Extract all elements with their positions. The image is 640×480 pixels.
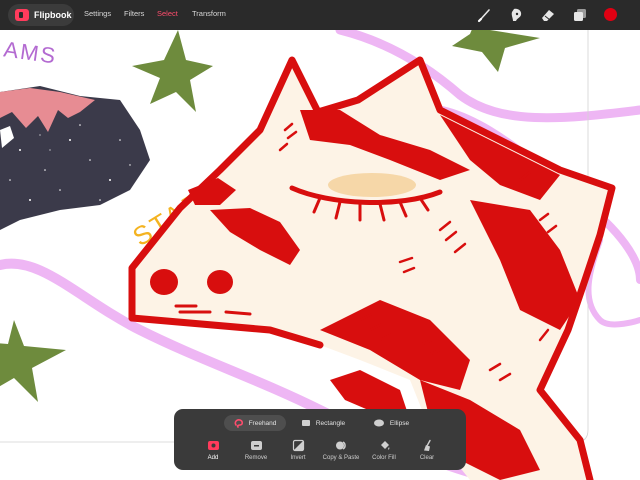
top-toolbar: Flipbook Settings Filters Select Transfo… [0, 0, 640, 30]
flipbook-logo-icon [15, 9, 29, 21]
selection-palette: Freehand Rectangle Ellipse Add Remove In [174, 409, 466, 470]
freehand-label: Freehand [248, 419, 277, 427]
invert-icon [292, 439, 304, 452]
invert-label: Invert [290, 455, 306, 461]
lasso-icon [234, 419, 243, 428]
freehand-mode-button[interactable]: Freehand [224, 415, 286, 431]
ellipse-icon [373, 419, 384, 427]
gallery-button[interactable]: Flipbook [8, 4, 74, 26]
copy-paste-icon [335, 441, 346, 450]
tab-transform[interactable]: Transform [192, 9, 226, 18]
layers-icon[interactable] [571, 6, 589, 24]
clear-label: Clear [419, 455, 435, 461]
ellipse-mode-button[interactable]: Ellipse [360, 415, 422, 431]
app-name: Flipbook [34, 10, 72, 20]
clear-button[interactable]: Clear [402, 439, 452, 467]
copy-paste-label: Copy & Paste [322, 455, 360, 461]
drawing-canvas[interactable]: AMS STARS [0, 0, 640, 480]
rectangle-icon [301, 420, 310, 426]
ellipse-label: Ellipse [389, 419, 410, 427]
rectangle-label: Rectangle [315, 419, 346, 427]
smudge-icon[interactable] [508, 6, 526, 24]
clear-icon [423, 439, 431, 451]
remove-icon [250, 441, 262, 450]
tab-filters[interactable]: Filters [124, 9, 144, 18]
color-fill-icon [380, 441, 389, 450]
remove-label: Remove [244, 455, 268, 461]
rectangle-mode-button[interactable]: Rectangle [292, 415, 354, 431]
add-label: Add [207, 455, 219, 461]
current-color-swatch[interactable] [604, 8, 617, 21]
add-icon [207, 441, 219, 450]
tab-settings[interactable]: Settings [84, 9, 111, 18]
color-fill-label: Color Fill [372, 455, 396, 461]
tab-select[interactable]: Select [157, 9, 178, 18]
brush-icon[interactable] [476, 6, 494, 24]
eraser-icon[interactable] [539, 6, 557, 24]
